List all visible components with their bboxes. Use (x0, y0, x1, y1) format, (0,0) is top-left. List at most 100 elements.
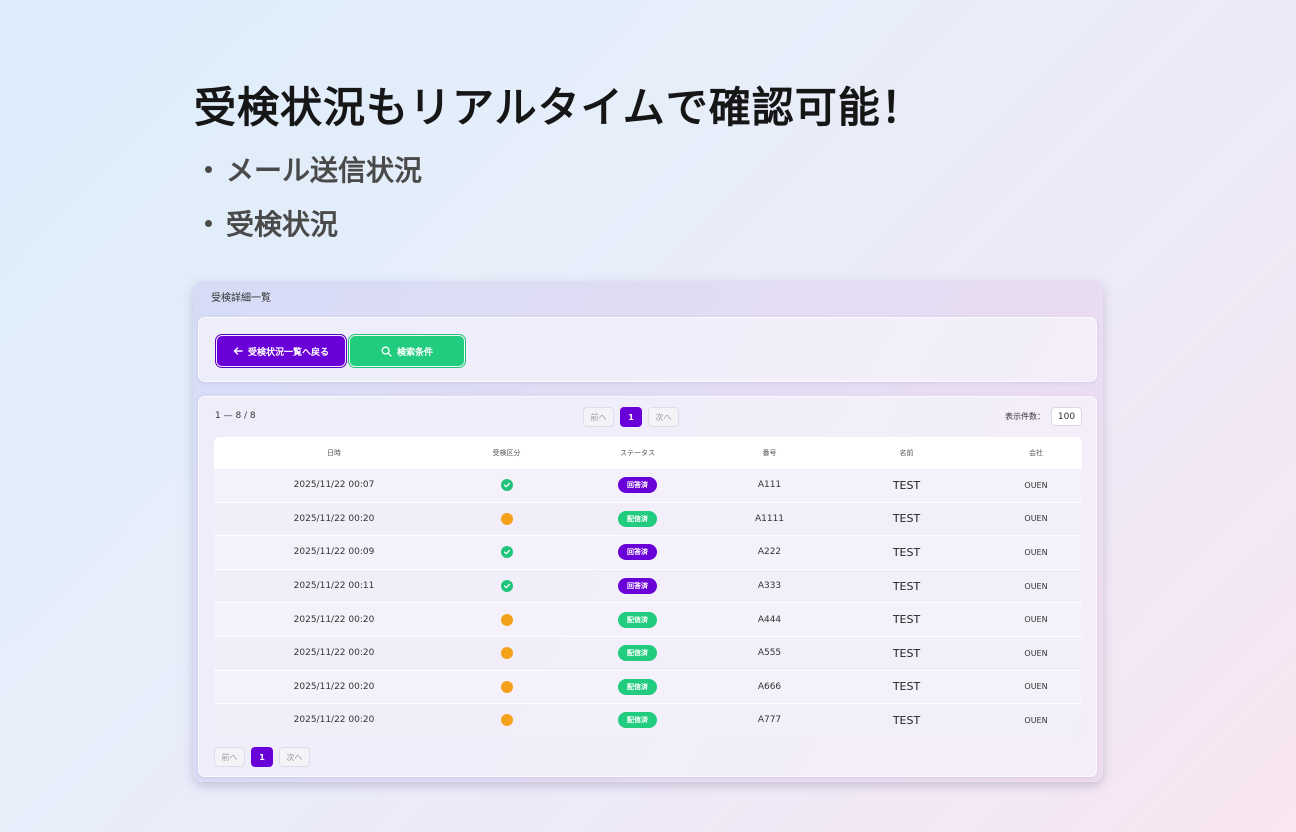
cell-status: 回答済 (559, 570, 716, 603)
cell-datetime: 2025/11/22 00:20 (293, 513, 375, 524)
pending-dot-icon (500, 647, 513, 660)
table-row[interactable]: 2025/11/22 00:20 配信済 A666 TEST OUEN (214, 669, 1082, 704)
arrow-left-icon (233, 347, 243, 355)
per-page-control: 表示件数： 100 (1005, 407, 1082, 426)
list-card: 1 — 8 / 8 前へ 1 次へ 表示件数： 100 日時 受検区分 ステータ… (198, 396, 1097, 777)
status-badge: 回答済 (618, 578, 657, 595)
next-page-button[interactable]: 次へ (279, 747, 310, 767)
cell-name: TEST (892, 478, 921, 492)
cell-company: OUEN (1024, 648, 1048, 658)
column-header-datetime[interactable]: 日時 (214, 437, 454, 468)
cell-status: 配信済 (559, 637, 716, 670)
cell-status: 回答済 (559, 469, 716, 502)
cell-number: A1111 (754, 513, 785, 524)
column-header-exam-type[interactable]: 受検区分 (454, 437, 559, 468)
feature-list: メール送信状況 受検状況 (200, 142, 422, 250)
cell-name: TEST (892, 613, 921, 627)
column-header-status[interactable]: ステータス (559, 437, 716, 468)
bullet-dot-icon (205, 165, 212, 173)
per-page-select[interactable]: 100 (1051, 407, 1082, 426)
cell-exam-type (454, 637, 559, 670)
exam-detail-panel: 受検詳細一覧 受検状況一覧へ戻る 検索条件 1 — 8 / 8 前へ 1 次へ … (193, 281, 1103, 782)
column-header-company[interactable]: 会社 (990, 437, 1082, 468)
prev-page-button[interactable]: 前へ (583, 407, 614, 427)
pagination-bottom: 前へ 1 次へ (214, 747, 310, 767)
cell-exam-type (454, 503, 559, 536)
status-badge: 回答済 (618, 544, 657, 561)
search-icon (381, 346, 392, 357)
feature-label: メール送信状況 (226, 154, 423, 187)
result-count: 1 — 8 / 8 (215, 411, 256, 421)
status-badge: 配信済 (618, 645, 657, 662)
status-badge: 配信済 (618, 678, 657, 695)
back-button-label: 受検状況一覧へ戻る (247, 347, 329, 358)
action-card: 受検状況一覧へ戻る 検索条件 (198, 317, 1097, 382)
search-button-label: 検索条件 (396, 347, 433, 358)
cell-datetime: 2025/11/22 00:09 (293, 547, 375, 558)
page-1-button[interactable]: 1 (620, 407, 642, 427)
cell-number: A333 (757, 581, 782, 592)
table-row[interactable]: 2025/11/22 00:20 配信済 A1111 TEST OUEN (214, 501, 1082, 536)
table-row[interactable]: 2025/11/22 00:07 回答済 A111 TEST OUEN (214, 468, 1082, 502)
cell-company: OUEN (1024, 514, 1048, 524)
check-circle-icon (500, 479, 513, 492)
table-row[interactable]: 2025/11/22 00:20 配信済 A777 TEST OUEN (214, 703, 1082, 737)
search-conditions-button[interactable]: 検索条件 (350, 336, 464, 366)
check-circle-icon (500, 546, 513, 559)
panel-title: 受検詳細一覧 (211, 293, 271, 304)
table-row[interactable]: 2025/11/22 00:20 配信済 A555 TEST OUEN (214, 635, 1082, 670)
column-header-name[interactable]: 名前 (823, 437, 990, 468)
cell-status: 配信済 (559, 671, 716, 704)
cell-number: A555 (757, 648, 782, 659)
cell-company: OUEN (1024, 581, 1048, 591)
cell-exam-type (454, 536, 559, 569)
table-row[interactable]: 2025/11/22 00:09 回答済 A222 TEST OUEN (214, 535, 1082, 569)
cell-name: TEST (892, 713, 921, 727)
check-circle-icon (500, 580, 513, 593)
cell-datetime: 2025/11/22 00:20 (293, 648, 375, 659)
cell-name: TEST (892, 545, 921, 559)
status-badge: 配信済 (618, 712, 657, 729)
cell-company: OUEN (1024, 547, 1048, 557)
pagination-top: 前へ 1 次へ (583, 407, 679, 427)
feature-label: 受検状況 (226, 208, 339, 241)
cell-status: 回答済 (559, 536, 716, 569)
cell-status: 配信済 (559, 704, 716, 737)
cell-name: TEST (892, 680, 921, 694)
cell-number: A777 (757, 715, 782, 726)
cell-company: OUEN (1024, 682, 1048, 692)
cell-exam-type (454, 603, 559, 636)
prev-page-button[interactable]: 前へ (214, 747, 245, 767)
table-header: 日時 受検区分 ステータス 番号 名前 会社 (214, 437, 1082, 468)
pending-dot-icon (500, 680, 513, 693)
table-row[interactable]: 2025/11/22 00:11 回答済 A333 TEST OUEN (214, 568, 1082, 603)
column-header-number[interactable]: 番号 (716, 437, 823, 468)
cell-datetime: 2025/11/22 00:20 (293, 715, 375, 726)
cell-status: 配信済 (559, 603, 716, 636)
cell-exam-type (454, 704, 559, 737)
bullet-dot-icon (205, 219, 212, 227)
cell-number: A222 (757, 547, 782, 558)
table-row[interactable]: 2025/11/22 00:20 配信済 A444 TEST OUEN (214, 602, 1082, 636)
pending-dot-icon (500, 613, 513, 626)
cell-name: TEST (892, 579, 921, 593)
cell-company: OUEN (1024, 615, 1048, 625)
feature-item: メール送信状況 (200, 142, 422, 196)
cell-name: TEST (892, 512, 921, 526)
cell-exam-type (454, 469, 559, 502)
status-badge: 配信済 (618, 611, 657, 628)
cell-number: A666 (757, 681, 782, 692)
pending-dot-icon (500, 714, 513, 727)
next-page-button[interactable]: 次へ (648, 407, 679, 427)
per-page-label: 表示件数： (1005, 412, 1045, 421)
cell-exam-type (454, 570, 559, 603)
status-badge: 配信済 (618, 510, 657, 527)
pending-dot-icon (500, 512, 513, 525)
back-to-list-button[interactable]: 受検状況一覧へ戻る (217, 336, 345, 366)
cell-number: A444 (757, 614, 782, 625)
page-1-button[interactable]: 1 (251, 747, 273, 767)
cell-exam-type (454, 671, 559, 704)
cell-datetime: 2025/11/22 00:07 (293, 480, 375, 491)
status-badge: 回答済 (618, 477, 657, 494)
table-body: 2025/11/22 00:07 回答済 A111 TEST OUEN 2025/11/2… (214, 468, 1082, 737)
